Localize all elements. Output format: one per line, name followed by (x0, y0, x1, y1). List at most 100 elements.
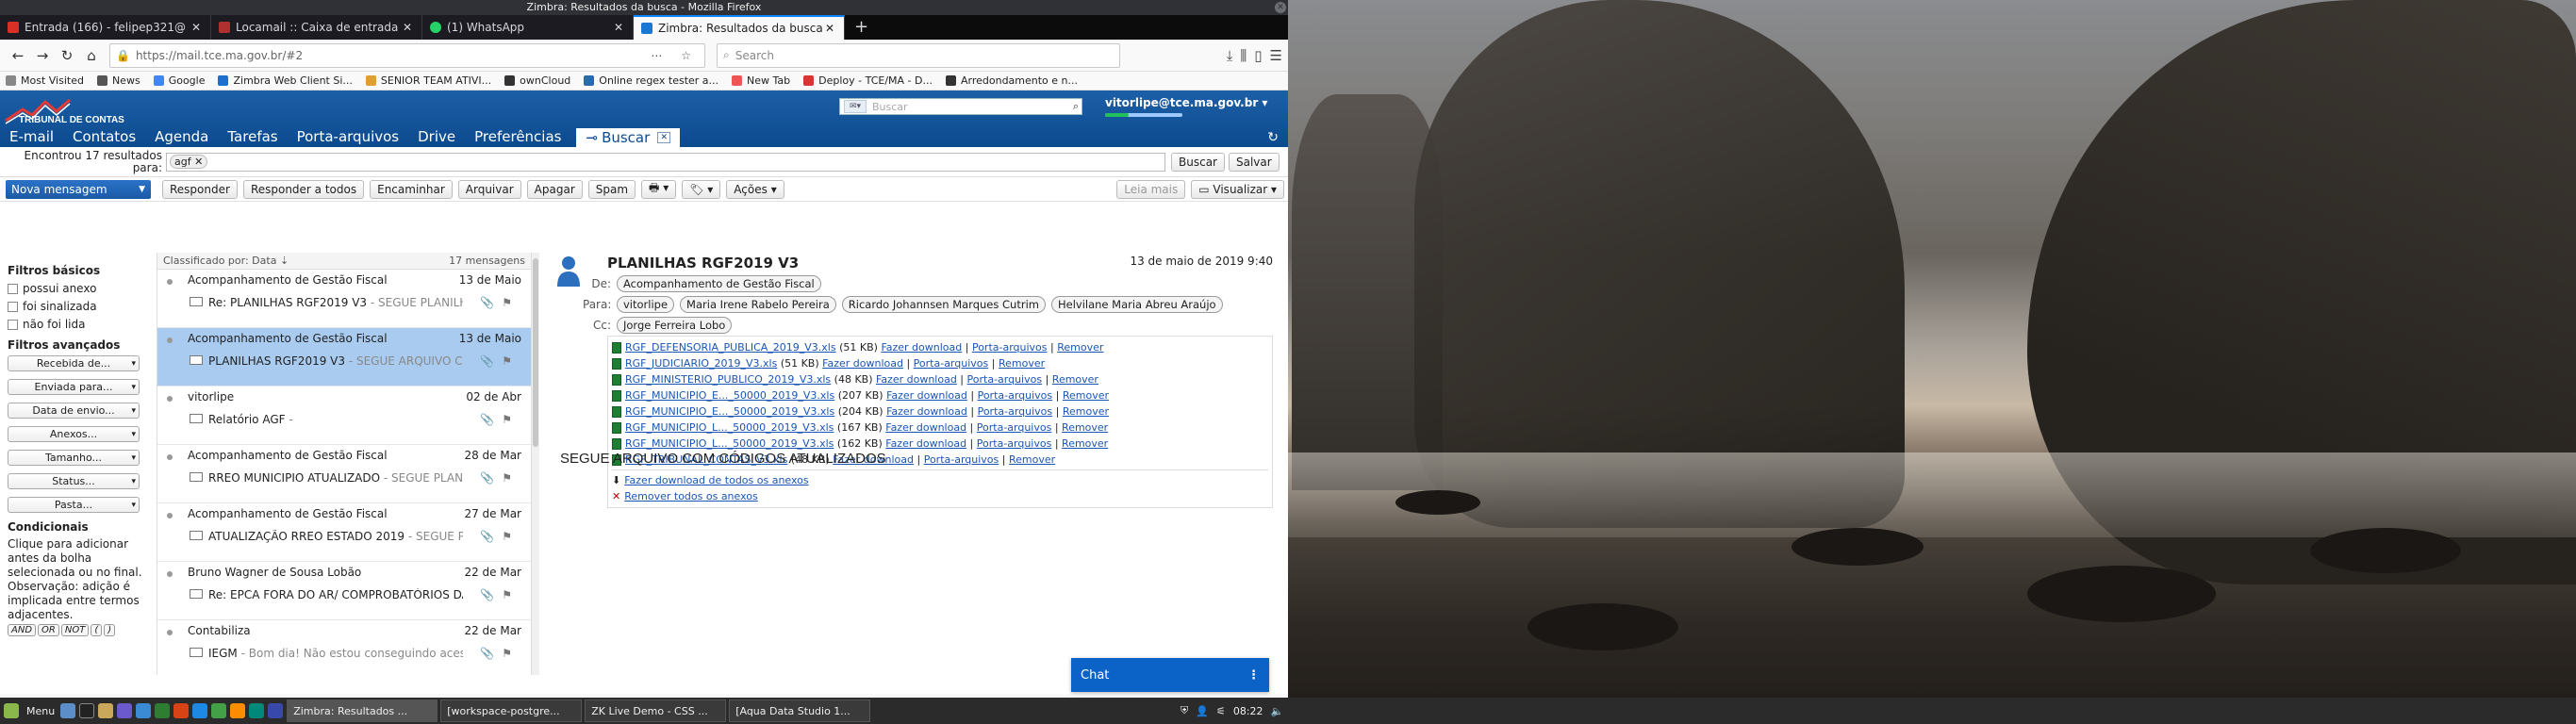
briefcase-link[interactable]: Porta-arquivos (914, 355, 989, 371)
bookmark-item[interactable]: Deploy - TCE/MA - D... (803, 74, 933, 87)
app-icon[interactable] (117, 703, 133, 718)
back-icon[interactable]: ← (6, 43, 30, 68)
bookmark-item[interactable]: Arredondamento e n... (945, 74, 1078, 87)
query-input[interactable]: agf ✕ (166, 152, 1165, 172)
archive-button[interactable]: Arquivar (457, 179, 521, 199)
unread-dot-icon[interactable] (167, 630, 173, 635)
remove-link[interactable]: Remover (1062, 420, 1108, 436)
refresh-icon[interactable]: ↻ (1267, 130, 1279, 145)
sort-icon[interactable]: ⇣ (280, 255, 289, 267)
new-tab-button[interactable]: + (845, 15, 878, 40)
filter-attachments[interactable]: Anexos... (8, 426, 140, 442)
attachment-name[interactable]: RGF_MUNICIPIO_E..._50000_2019_V3.xls (625, 403, 834, 420)
attachment-flag-icons[interactable]: 📎⚑ (480, 354, 520, 368)
save-search-button[interactable]: Salvar (1228, 152, 1280, 172)
app-tab-contacts[interactable]: Contatos (63, 128, 145, 147)
attachment-flag-icons[interactable]: 📎⚑ (480, 296, 520, 309)
remove-link[interactable]: Remover (1063, 387, 1109, 403)
app-icon[interactable] (211, 703, 227, 718)
filter-received-from[interactable]: Recebida de... (8, 355, 140, 371)
bookmark-item[interactable]: Zimbra Web Client Si... (218, 74, 353, 87)
url-bar[interactable]: 🔒 https://mail.tce.ma.gov.br/#2 ⋯ ☆ (109, 42, 705, 68)
menu-icon[interactable]: ☰ (1270, 47, 1282, 64)
volume-icon[interactable]: 🔈 (1271, 705, 1284, 717)
op-not-button[interactable]: NOT (60, 624, 90, 636)
query-chip[interactable]: agf ✕ (170, 155, 208, 169)
message-list-scrollbar[interactable] (532, 253, 539, 675)
new-message-button[interactable]: Nova mensagem ▼ (6, 179, 151, 199)
home-icon[interactable]: ⌂ (79, 43, 104, 68)
op-close-paren-button[interactable]: ) (104, 624, 116, 636)
op-or-button[interactable]: OR (38, 624, 59, 636)
reload-icon[interactable]: ↻ (55, 43, 79, 68)
attachment-flag-icons[interactable]: 📎⚑ (480, 413, 520, 426)
close-tab-icon[interactable]: ✕ (614, 21, 623, 34)
app-tab-drive[interactable]: Drive (408, 128, 465, 147)
zimbra-search-input[interactable]: ✉▾ Buscar ⌕ (839, 98, 1082, 115)
forward-icon[interactable]: → (30, 43, 55, 68)
download-all-link[interactable]: Fazer download de todos os anexos (624, 472, 808, 488)
remove-link[interactable]: Remover (1063, 403, 1109, 420)
list-item-selected[interactable]: Acompanhamento de Gestão Fiscal 13 de Mai… (157, 328, 531, 387)
briefcase-link[interactable]: Porta-arquivos (972, 339, 1048, 355)
shield-icon[interactable]: ⛨ (1181, 704, 1188, 717)
attachment-name[interactable]: RGF_JUDICIARIO_2019_V3.xls (625, 355, 777, 371)
filter-flagged[interactable]: foi sinalizada (8, 300, 155, 313)
bookmark-item[interactable]: New Tab (732, 74, 790, 87)
task-aqua-data[interactable]: [Aqua Data Studio 1... (729, 699, 871, 722)
checkbox[interactable] (8, 319, 18, 330)
search-icon[interactable]: ⌕ (1073, 100, 1079, 113)
download-link[interactable]: Fazer download (885, 436, 966, 452)
terminal-icon[interactable] (79, 703, 95, 718)
filter-unread[interactable]: não foi lida (8, 318, 155, 331)
more-vertical-icon[interactable]: ⋮ (1247, 668, 1260, 683)
app-tab-briefcase[interactable]: Porta-arquivos (288, 128, 409, 147)
chat-widget[interactable]: Chat ⋮ (1071, 658, 1269, 692)
unread-dot-icon[interactable] (167, 396, 173, 402)
task-zimbra[interactable]: Zimbra: Resultados ... (287, 699, 438, 722)
app-tab-search[interactable]: ⊸ Buscar ✕ (576, 128, 681, 147)
app-icon[interactable] (192, 703, 208, 718)
app-tab-calendar[interactable]: Agenda (145, 128, 218, 147)
clock[interactable]: 08:22 (1233, 705, 1263, 717)
op-and-button[interactable]: AND (8, 624, 37, 636)
view-button[interactable]: ▭ Visualizar ▾ (1191, 179, 1284, 199)
remove-all-link[interactable]: Remover todos os anexos (624, 488, 758, 504)
op-open-paren-button[interactable]: ( (91, 624, 103, 636)
task-zk-demo[interactable]: ZK Live Demo - CSS ... (585, 699, 727, 722)
remove-link[interactable]: Remover (1057, 339, 1103, 355)
app-tab-preferences[interactable]: Preferências (465, 128, 570, 147)
list-item[interactable]: Bruno Wagner de Sousa Lobão 22 de Mar Re: … (157, 562, 531, 620)
app-tab-tasks[interactable]: Tarefas (218, 128, 287, 147)
briefcase-link[interactable]: Porta-arquivos (977, 436, 1052, 452)
attachment-name[interactable]: RGF_MUNICIPIO_L..._50000_2019_V3.xls (625, 436, 834, 452)
filter-has-attachment[interactable]: possui anexo (8, 282, 155, 295)
close-window-icon[interactable]: ✕ (1275, 2, 1286, 13)
close-tab-icon[interactable]: ✕ (825, 22, 834, 35)
browser-tab-gmail[interactable]: Entrada (166) - felipep321@ ✕ (0, 15, 211, 40)
unread-dot-icon[interactable] (167, 454, 173, 460)
briefcase-link[interactable]: Porta-arquivos (977, 420, 1052, 436)
bookmark-item[interactable]: Google (153, 74, 205, 87)
bookmark-item[interactable]: SENIOR TEAM ATIVI... (365, 74, 491, 87)
filter-sent-to[interactable]: Enviada para... (8, 379, 140, 395)
bookmark-item[interactable]: Online regex tester a... (584, 74, 718, 87)
library-icon[interactable]: ⫼ (1240, 47, 1247, 64)
filter-folder[interactable]: Pasta... (8, 497, 140, 513)
unread-dot-icon[interactable] (167, 279, 173, 285)
attachment-flag-icons[interactable]: 📎⚑ (480, 588, 520, 601)
filter-date[interactable]: Data de envio... (8, 403, 140, 419)
scrollbar-thumb[interactable] (533, 258, 538, 447)
desktop-icon[interactable] (60, 703, 76, 718)
print-button[interactable]: 🖶 ▾ (641, 179, 677, 199)
close-tab-icon[interactable]: ✕ (191, 21, 201, 34)
user-icon[interactable]: 👤 (1196, 705, 1209, 717)
app-icon[interactable] (173, 703, 190, 718)
remove-link[interactable]: Remover (1052, 371, 1098, 387)
app-icon[interactable] (136, 703, 152, 718)
recipient-bubble[interactable]: vitorlipe (617, 296, 675, 313)
attachment-flag-icons[interactable]: 📎⚑ (480, 471, 520, 485)
page-actions-icon[interactable]: ⋯ ☆ (651, 49, 699, 62)
list-item[interactable]: Contabiliza 22 de Mar IEGM - Bom dia! Não … (157, 620, 531, 675)
remove-link[interactable]: Remover (1062, 436, 1108, 452)
